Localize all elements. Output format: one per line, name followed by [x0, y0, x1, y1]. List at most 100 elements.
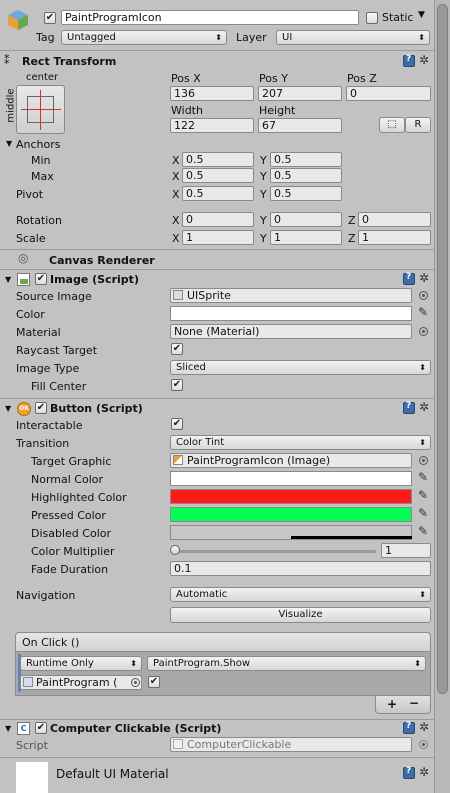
rotation-x-input[interactable]: 0	[182, 212, 254, 227]
anchors-foldout-arrow-icon[interactable]: ▼	[6, 139, 12, 148]
scale-z-input[interactable]: 1	[358, 230, 431, 245]
transition-dropdown[interactable]: Color Tint ⬍	[170, 435, 431, 450]
static-checkbox[interactable]	[366, 12, 378, 24]
raw-edit-button[interactable]: R	[405, 117, 431, 133]
canvas-renderer-title[interactable]: Canvas Renderer	[49, 254, 155, 267]
rotation-z-input[interactable]: 0	[358, 212, 431, 227]
script-label: Script	[16, 739, 48, 752]
computer-clickable-help-icon[interactable]	[403, 721, 415, 734]
material-picker-button[interactable]	[419, 327, 428, 336]
computer-clickable-title[interactable]: Computer Clickable (Script)	[50, 722, 221, 735]
button-help-icon[interactable]	[403, 401, 415, 414]
rect-transform-help-icon[interactable]	[403, 54, 415, 67]
anchor-min-y-input[interactable]: 0.5	[270, 152, 342, 167]
layer-dropdown[interactable]: UI ⬍	[276, 30, 430, 45]
width-input[interactable]: 122	[170, 118, 254, 133]
computer-clickable-foldout-arrow-icon[interactable]: ▼	[5, 724, 11, 733]
material-help-icon[interactable]	[403, 766, 415, 779]
image-color-swatch[interactable]	[170, 306, 412, 321]
material-label: Material	[16, 326, 61, 339]
navigation-dropdown[interactable]: Automatic ⬍	[170, 587, 431, 602]
target-graphic-picker-button[interactable]	[419, 456, 428, 465]
rotation-y-input[interactable]: 0	[270, 212, 342, 227]
normal-color-label: Normal Color	[31, 473, 104, 486]
button-foldout-arrow-icon[interactable]: ▼	[5, 404, 11, 413]
on-click-footer: + −	[375, 696, 431, 714]
interactable-checkbox[interactable]: ✔	[171, 418, 183, 430]
normal-color-swatch[interactable]	[170, 471, 412, 486]
axis-x-label: X	[172, 232, 180, 245]
image-color-eyedropper-icon[interactable]: ✎	[418, 305, 428, 319]
scale-y-input[interactable]: 1	[270, 230, 342, 245]
navigation-label: Navigation	[16, 589, 76, 602]
remove-listener-button[interactable]: −	[409, 696, 419, 710]
target-object-field[interactable]: PaintProgram (	[20, 675, 142, 690]
fade-duration-input[interactable]: 0.1	[170, 561, 431, 576]
highlighted-color-eyedropper-icon[interactable]: ✎	[418, 488, 428, 502]
blueprint-mode-button[interactable]: ⬚	[379, 117, 405, 133]
scale-x-input[interactable]: 1	[182, 230, 254, 245]
anchor-side-label: middle	[5, 88, 17, 123]
source-image-field[interactable]: UISprite	[170, 288, 412, 303]
anchor-preset-button[interactable]	[16, 85, 65, 134]
height-input[interactable]: 67	[258, 118, 342, 133]
raycast-target-checkbox[interactable]: ✔	[171, 343, 183, 355]
pos-z-label: Pos Z	[347, 72, 377, 85]
anchor-max-x-input[interactable]: 0.5	[182, 168, 254, 183]
script-field: ComputerClickable	[170, 737, 412, 752]
color-multiplier-slider-track[interactable]	[174, 550, 376, 553]
pivot-x-input[interactable]: 0.5	[182, 186, 254, 201]
gameobject-name-input[interactable]: PaintProgramIcon	[61, 10, 359, 25]
pivot-y-input[interactable]: 0.5	[270, 186, 342, 201]
color-multiplier-input[interactable]: 1	[381, 543, 431, 558]
image-enabled-checkbox[interactable]: ✔	[35, 273, 47, 285]
visualize-button[interactable]: Visualize	[170, 607, 431, 623]
image-foldout-arrow-icon[interactable]: ▼	[5, 275, 11, 284]
image-gear-icon[interactable]: ✲	[419, 271, 429, 285]
normal-color-eyedropper-icon[interactable]: ✎	[418, 470, 428, 484]
function-dropdown[interactable]: PaintProgram.Show ⬍	[147, 656, 426, 671]
fill-center-checkbox[interactable]: ✔	[171, 379, 183, 391]
runtime-mode-dropdown[interactable]: Runtime Only ⬍	[20, 656, 142, 671]
tag-dropdown[interactable]: Untagged ⬍	[61, 30, 227, 45]
gameobject-active-checkbox[interactable]: ✔	[44, 12, 56, 24]
add-listener-button[interactable]: +	[387, 697, 397, 711]
axis-x-label: X	[172, 154, 180, 167]
pos-z-input[interactable]: 0	[346, 86, 431, 101]
disabled-color-eyedropper-icon[interactable]: ✎	[418, 524, 428, 538]
pressed-color-eyedropper-icon[interactable]: ✎	[418, 506, 428, 520]
target-object-picker-button[interactable]	[131, 678, 140, 687]
material-field[interactable]: None (Material)	[170, 324, 412, 339]
rect-transform-title[interactable]: Rect Transform	[22, 55, 116, 68]
anchor-max-y-input[interactable]: 0.5	[270, 168, 342, 183]
image-title[interactable]: Image (Script)	[50, 273, 139, 286]
button-enabled-checkbox[interactable]: ✔	[35, 402, 47, 414]
axis-x-label: X	[172, 170, 180, 183]
image-type-dropdown[interactable]: Sliced ⬍	[170, 360, 431, 375]
source-image-picker-button[interactable]	[419, 291, 428, 300]
anchor-min-x-input[interactable]: 0.5	[182, 152, 254, 167]
color-multiplier-slider-handle[interactable]	[170, 545, 180, 555]
highlighted-color-swatch[interactable]	[170, 489, 412, 504]
computer-clickable-enabled-checkbox[interactable]: ✔	[35, 722, 47, 734]
width-label: Width	[171, 104, 203, 117]
image-help-icon[interactable]	[403, 272, 415, 285]
target-graphic-field[interactable]: PaintProgramIcon (Image)	[170, 453, 412, 468]
rect-transform-gear-icon[interactable]: ✲	[419, 53, 429, 67]
material-gear-icon[interactable]: ✲	[419, 765, 429, 779]
axis-z-label: Z	[348, 214, 356, 227]
button-gear-icon[interactable]: ✲	[419, 400, 429, 414]
anchor-max-label: Max	[31, 170, 54, 183]
button-title[interactable]: Button (Script)	[50, 402, 143, 415]
inspector-scrollbar[interactable]	[434, 0, 450, 793]
static-dropdown-arrow-icon[interactable]: ▼	[418, 10, 425, 20]
pressed-color-swatch[interactable]	[170, 507, 412, 522]
pos-x-input[interactable]: 136	[170, 86, 254, 101]
pos-y-input[interactable]: 207	[258, 86, 342, 101]
height-label: Height	[259, 104, 296, 117]
call-argument-checkbox[interactable]: ✔	[148, 676, 160, 688]
rect-transform-icon: ⁑	[4, 54, 10, 67]
disabled-color-swatch[interactable]	[170, 525, 412, 540]
computer-clickable-gear-icon[interactable]: ✲	[419, 720, 429, 734]
scrollbar-thumb[interactable]	[437, 4, 448, 694]
